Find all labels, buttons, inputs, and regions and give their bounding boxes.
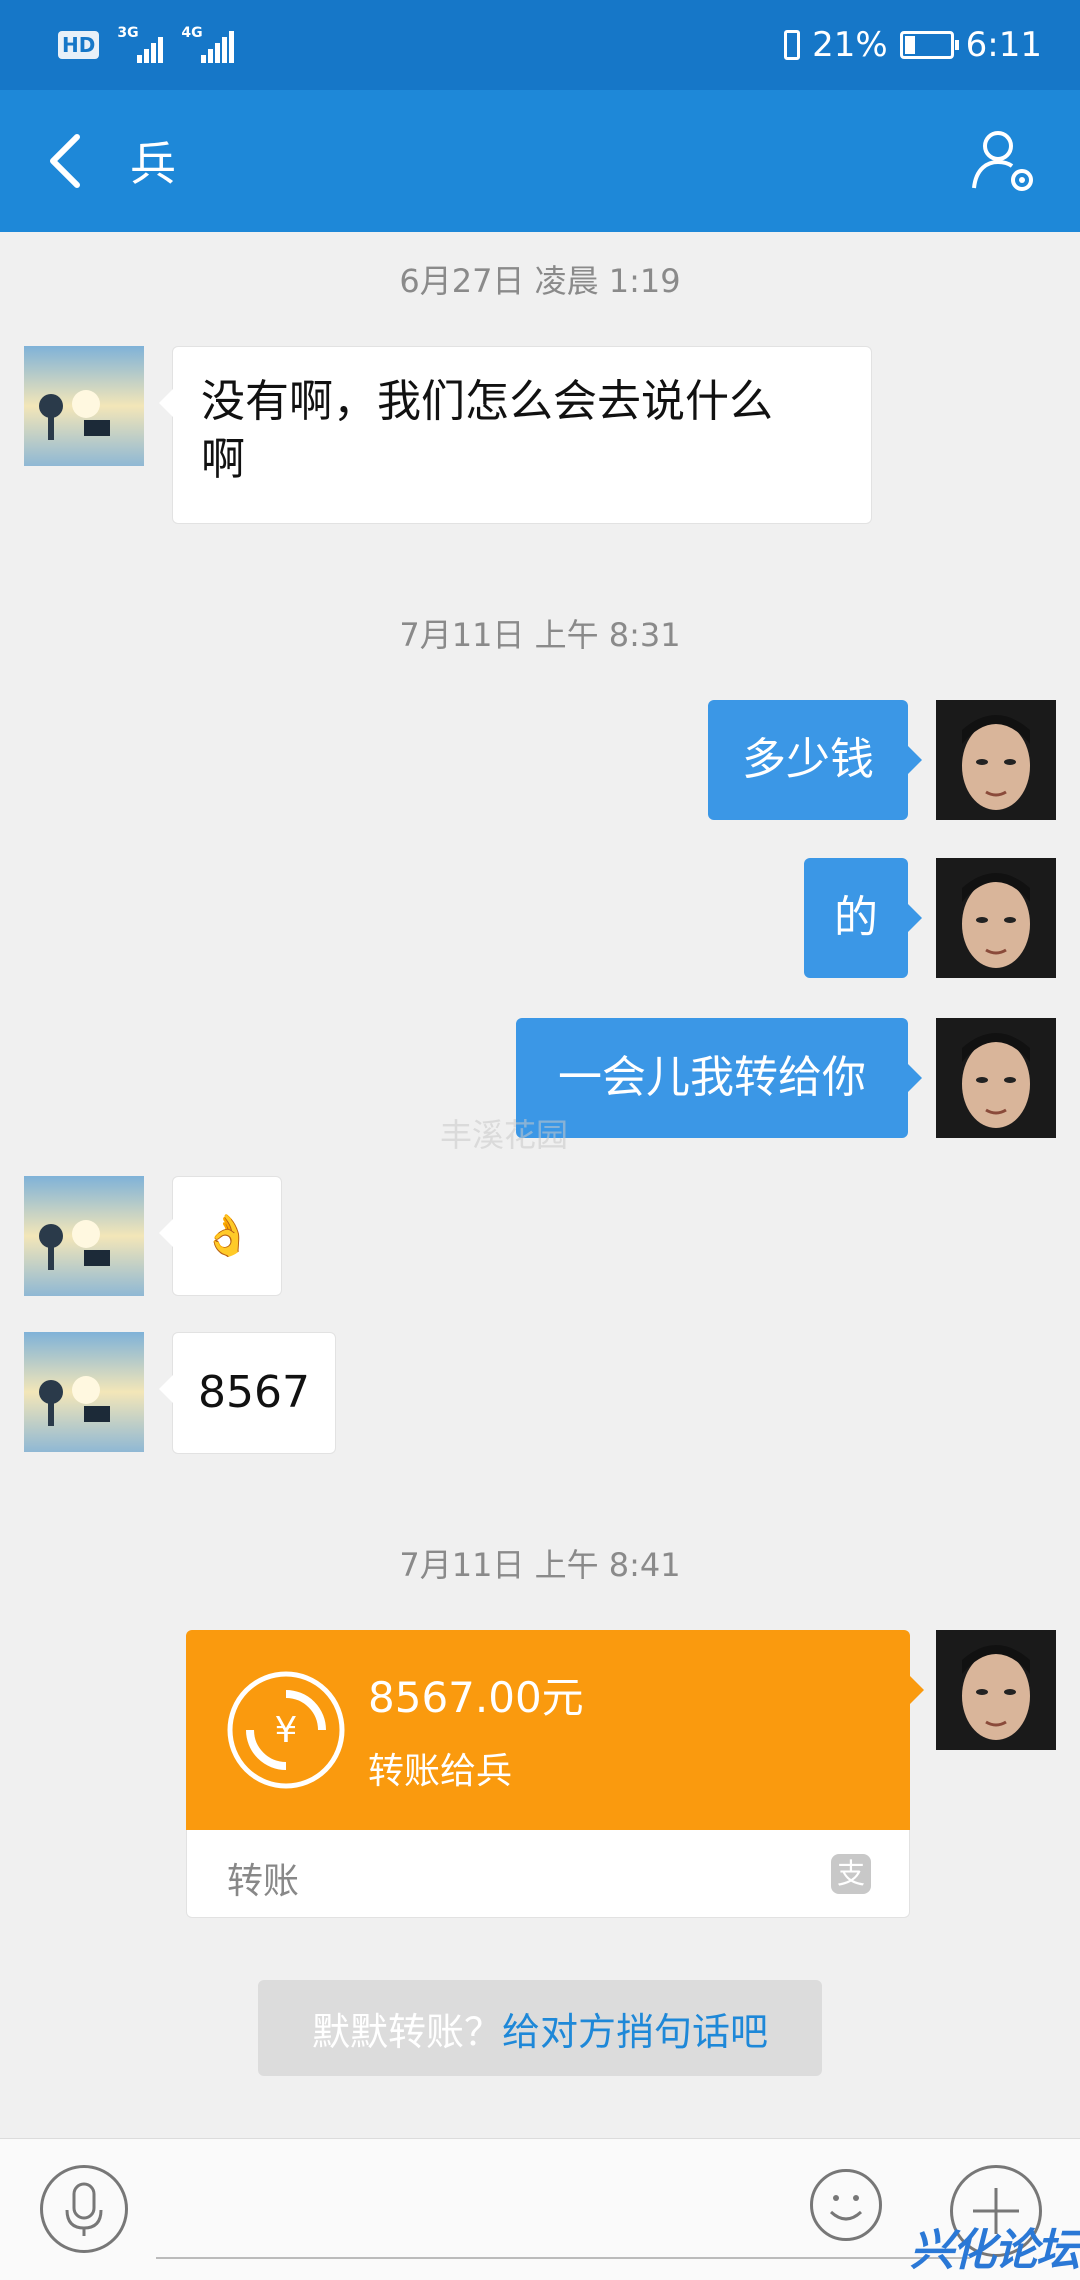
transfer-amount: 8567.00元 xyxy=(368,1673,584,1722)
battery-icon xyxy=(899,31,959,59)
avatar-self[interactable] xyxy=(936,1630,1056,1750)
avatar-self-image xyxy=(936,700,1056,820)
svg-text:¥: ¥ xyxy=(275,1710,298,1751)
network-type-3g: 3G xyxy=(117,25,139,41)
chevron-left-icon xyxy=(50,134,80,188)
message-bubble-left[interactable]: 8567 xyxy=(159,1332,336,1454)
transfer-card-body: ¥ 8567.00元 转账给兵 xyxy=(186,1630,924,1830)
message-text-line: 没有啊，我们怎么会去说什么 xyxy=(201,376,773,427)
message-text-line: 啊 xyxy=(201,434,245,485)
battery-percent: 21% xyxy=(812,25,888,65)
avatar-contact[interactable] xyxy=(24,346,144,466)
status-bar: HD 3G 4G 21% 6:11 xyxy=(0,0,1080,90)
profile-settings-button[interactable] xyxy=(970,126,1040,196)
prompt-link[interactable]: 给对方捎句话吧 xyxy=(502,2001,768,2056)
message-text: 一会儿我转给你 xyxy=(558,1052,866,1103)
message-input[interactable] xyxy=(156,2257,970,2259)
message-text: 多少钱 xyxy=(742,734,874,785)
smiley-icon xyxy=(829,2195,863,2221)
avatar-contact[interactable] xyxy=(24,1332,144,1452)
hd-badge: HD xyxy=(58,31,100,59)
message-bubble-left[interactable]: 👌 xyxy=(159,1176,282,1296)
timestamp: 6月27日 凌晨 1:19 xyxy=(399,262,681,300)
message-text: 的 xyxy=(834,892,878,943)
ok-hand-emoji: 👌 xyxy=(202,1213,252,1259)
transfer-card-footer: 转账 支 xyxy=(186,1830,910,1918)
transfer-card[interactable]: ¥ 8567.00元 转账给兵 转账 支 xyxy=(186,1630,924,1918)
timestamp: 7月11日 上午 8:41 xyxy=(399,1546,681,1584)
transfer-message-prompt: 默默转账？ 给对方捎句话吧 xyxy=(258,1980,822,2076)
avatar-contact-image xyxy=(24,1176,144,1296)
title-bar: 兵 xyxy=(0,90,1080,232)
alipay-icon: 支 xyxy=(831,1854,871,1894)
avatar-contact-image xyxy=(24,346,144,466)
message-bubble-right[interactable]: 多少钱 xyxy=(708,700,922,820)
status-right: 21% 6:11 xyxy=(784,25,1042,65)
avatar-self-image xyxy=(936,858,1056,978)
message-bubble-right[interactable]: 一会儿我转给你 xyxy=(516,1018,922,1138)
watermark-center: 丰溪花园 xyxy=(440,1116,569,1154)
message-text: 8567 xyxy=(198,1367,310,1418)
avatar-self[interactable] xyxy=(936,858,1056,978)
transfer-description: 转账给兵 xyxy=(368,1751,513,1792)
network-type-4g: 4G xyxy=(181,25,203,41)
avatar-self[interactable] xyxy=(936,700,1056,820)
microphone-icon xyxy=(65,2182,103,2236)
clock: 6:11 xyxy=(965,25,1042,65)
emoji-button[interactable] xyxy=(810,2169,882,2241)
back-button[interactable] xyxy=(0,90,130,232)
transfer-yuan-icon: ¥ xyxy=(227,1671,345,1789)
avatar-self[interactable] xyxy=(936,1018,1056,1138)
timestamp: 7月11日 上午 8:31 xyxy=(399,616,681,654)
message-bubble-right[interactable]: 的 xyxy=(804,858,922,978)
signal-4g-icon: 4G xyxy=(181,25,235,63)
avatar-contact[interactable] xyxy=(24,1176,144,1296)
vibrate-icon xyxy=(784,30,801,60)
message-bubble-left[interactable]: 没有啊，我们怎么会去说什么 啊 xyxy=(159,346,872,524)
watermark-corner: 兴化论坛 xyxy=(910,2225,1080,2276)
avatar-self-image xyxy=(936,1018,1056,1138)
person-settings-icon xyxy=(972,131,1033,191)
prompt-muted-text: 默默转账？ xyxy=(311,2009,502,2054)
voice-button[interactable] xyxy=(40,2165,128,2253)
chat-title: 兵 xyxy=(130,137,176,191)
avatar-contact-image xyxy=(24,1332,144,1452)
transfer-label: 转账 xyxy=(227,1861,300,1902)
signal-3g-icon: 3G xyxy=(117,25,164,63)
status-left: HD 3G 4G xyxy=(58,25,235,63)
avatar-self-image xyxy=(936,1630,1056,1750)
